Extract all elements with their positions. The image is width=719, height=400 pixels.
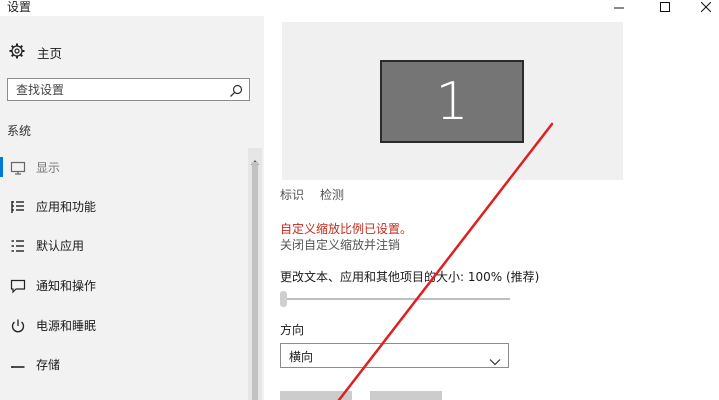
home-label: 主页 bbox=[37, 46, 63, 61]
active-indicator bbox=[0, 157, 3, 177]
display-preview[interactable]: 1 bbox=[282, 22, 623, 180]
sidebar-item-label: 电源和睡眠 bbox=[36, 319, 97, 333]
section-label-system: 系统 bbox=[7, 124, 32, 138]
sidebar-item-storage[interactable]: 存储 bbox=[0, 349, 246, 379]
sidebar-item-power[interactable]: 电源和睡眠 bbox=[0, 310, 246, 340]
gear-icon bbox=[9, 43, 25, 63]
notification-icon bbox=[10, 278, 26, 294]
detect-link[interactable]: 检测 bbox=[320, 186, 344, 203]
home-button[interactable]: 主页 bbox=[0, 40, 264, 62]
sidebar-item-default-apps[interactable]: 默认应用 bbox=[0, 230, 246, 260]
search-icon[interactable] bbox=[229, 83, 243, 102]
default-apps-icon bbox=[10, 238, 26, 254]
apply-button-partial[interactable] bbox=[280, 391, 352, 400]
sidebar-item-label: 应用和功能 bbox=[36, 200, 97, 214]
turn-off-custom-scale-link[interactable]: 关闭自定义缩放并注销 bbox=[280, 236, 400, 253]
custom-scale-warning: 自定义缩放比例已设置。 bbox=[280, 222, 413, 236]
scale-slider[interactable] bbox=[280, 290, 510, 308]
minimize-icon bbox=[614, 7, 624, 9]
sidebar-item-notifications[interactable]: 通知和操作 bbox=[0, 270, 246, 300]
maximize-button[interactable] bbox=[655, 0, 675, 14]
scale-label: 更改文本、应用和其他项目的大小: 100% (推荐) bbox=[280, 270, 540, 284]
sidebar-item-label: 显示 bbox=[36, 161, 61, 175]
identify-link[interactable]: 标识 bbox=[280, 186, 304, 203]
storage-icon bbox=[10, 357, 26, 373]
orientation-label: 方向 bbox=[280, 323, 305, 337]
scrollbar-thumb[interactable] bbox=[252, 162, 258, 400]
minimize-button[interactable] bbox=[609, 0, 629, 14]
sidebar: 主页 系统 显示 应用和功能 默认应用 通知和操作 bbox=[0, 16, 264, 400]
app-title: 设置 bbox=[7, 0, 32, 14]
cancel-button-partial[interactable] bbox=[370, 391, 442, 400]
sidebar-scrollbar[interactable] bbox=[248, 148, 262, 400]
close-icon bbox=[701, 2, 711, 12]
sidebar-item-label: 存储 bbox=[36, 358, 61, 372]
sidebar-item-label: 通知和操作 bbox=[36, 279, 97, 293]
search-input[interactable] bbox=[8, 79, 218, 100]
orientation-dropdown[interactable]: 横向 bbox=[280, 343, 509, 368]
slider-thumb[interactable] bbox=[280, 291, 287, 307]
maximize-icon bbox=[660, 2, 670, 12]
monitor-1[interactable]: 1 bbox=[380, 60, 524, 143]
close-button[interactable] bbox=[696, 0, 716, 14]
slider-track[interactable] bbox=[280, 298, 510, 300]
power-icon bbox=[10, 318, 26, 334]
sidebar-item-label: 默认应用 bbox=[36, 239, 85, 253]
display-settings-panel: 1 标识 检测 自定义缩放比例已设置。 关闭自定义缩放并注销 更改文本、应用和其… bbox=[264, 16, 719, 400]
search-box[interactable] bbox=[7, 78, 250, 101]
chevron-down-icon bbox=[489, 351, 501, 370]
title-bar: 设置 bbox=[0, 0, 719, 16]
sidebar-item-display[interactable]: 显示 bbox=[0, 152, 246, 182]
monitor-icon bbox=[10, 160, 26, 176]
monitor-number: 1 bbox=[435, 71, 469, 132]
apps-list-icon bbox=[10, 199, 26, 215]
sidebar-item-apps[interactable]: 应用和功能 bbox=[0, 191, 246, 221]
orientation-value: 横向 bbox=[289, 350, 314, 364]
